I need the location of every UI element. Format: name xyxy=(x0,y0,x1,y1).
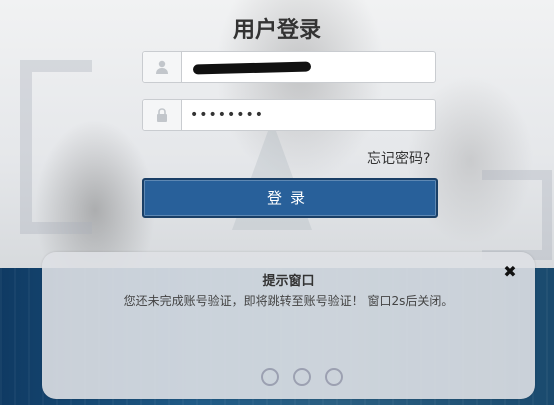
close-icon[interactable]: ✖ xyxy=(501,263,519,281)
lock-icon xyxy=(143,100,182,130)
login-button[interactable]: 登录 xyxy=(142,178,438,218)
notice-modal: 提示窗口 您还未完成账号验证，即将跳转至账号验证！ 窗口2s后关闭。 ✖ xyxy=(42,252,535,399)
forgot-password-link[interactable]: 忘记密码? xyxy=(367,148,430,168)
user-icon xyxy=(143,52,182,82)
page-title: 用户登录 xyxy=(232,18,321,43)
modal-message: 您还未完成账号验证，即将跳转至账号验证！ 窗口2s后关闭。 xyxy=(123,294,454,308)
background-carousel-dots xyxy=(242,362,362,392)
background-shape xyxy=(482,170,552,260)
redaction-mark xyxy=(192,61,312,75)
username-field[interactable] xyxy=(142,51,436,83)
modal-title: 提示窗口 xyxy=(262,274,315,289)
background-shape xyxy=(20,60,92,234)
password-input[interactable]: •••••••• xyxy=(182,107,435,123)
password-field[interactable]: •••••••• xyxy=(142,99,436,131)
